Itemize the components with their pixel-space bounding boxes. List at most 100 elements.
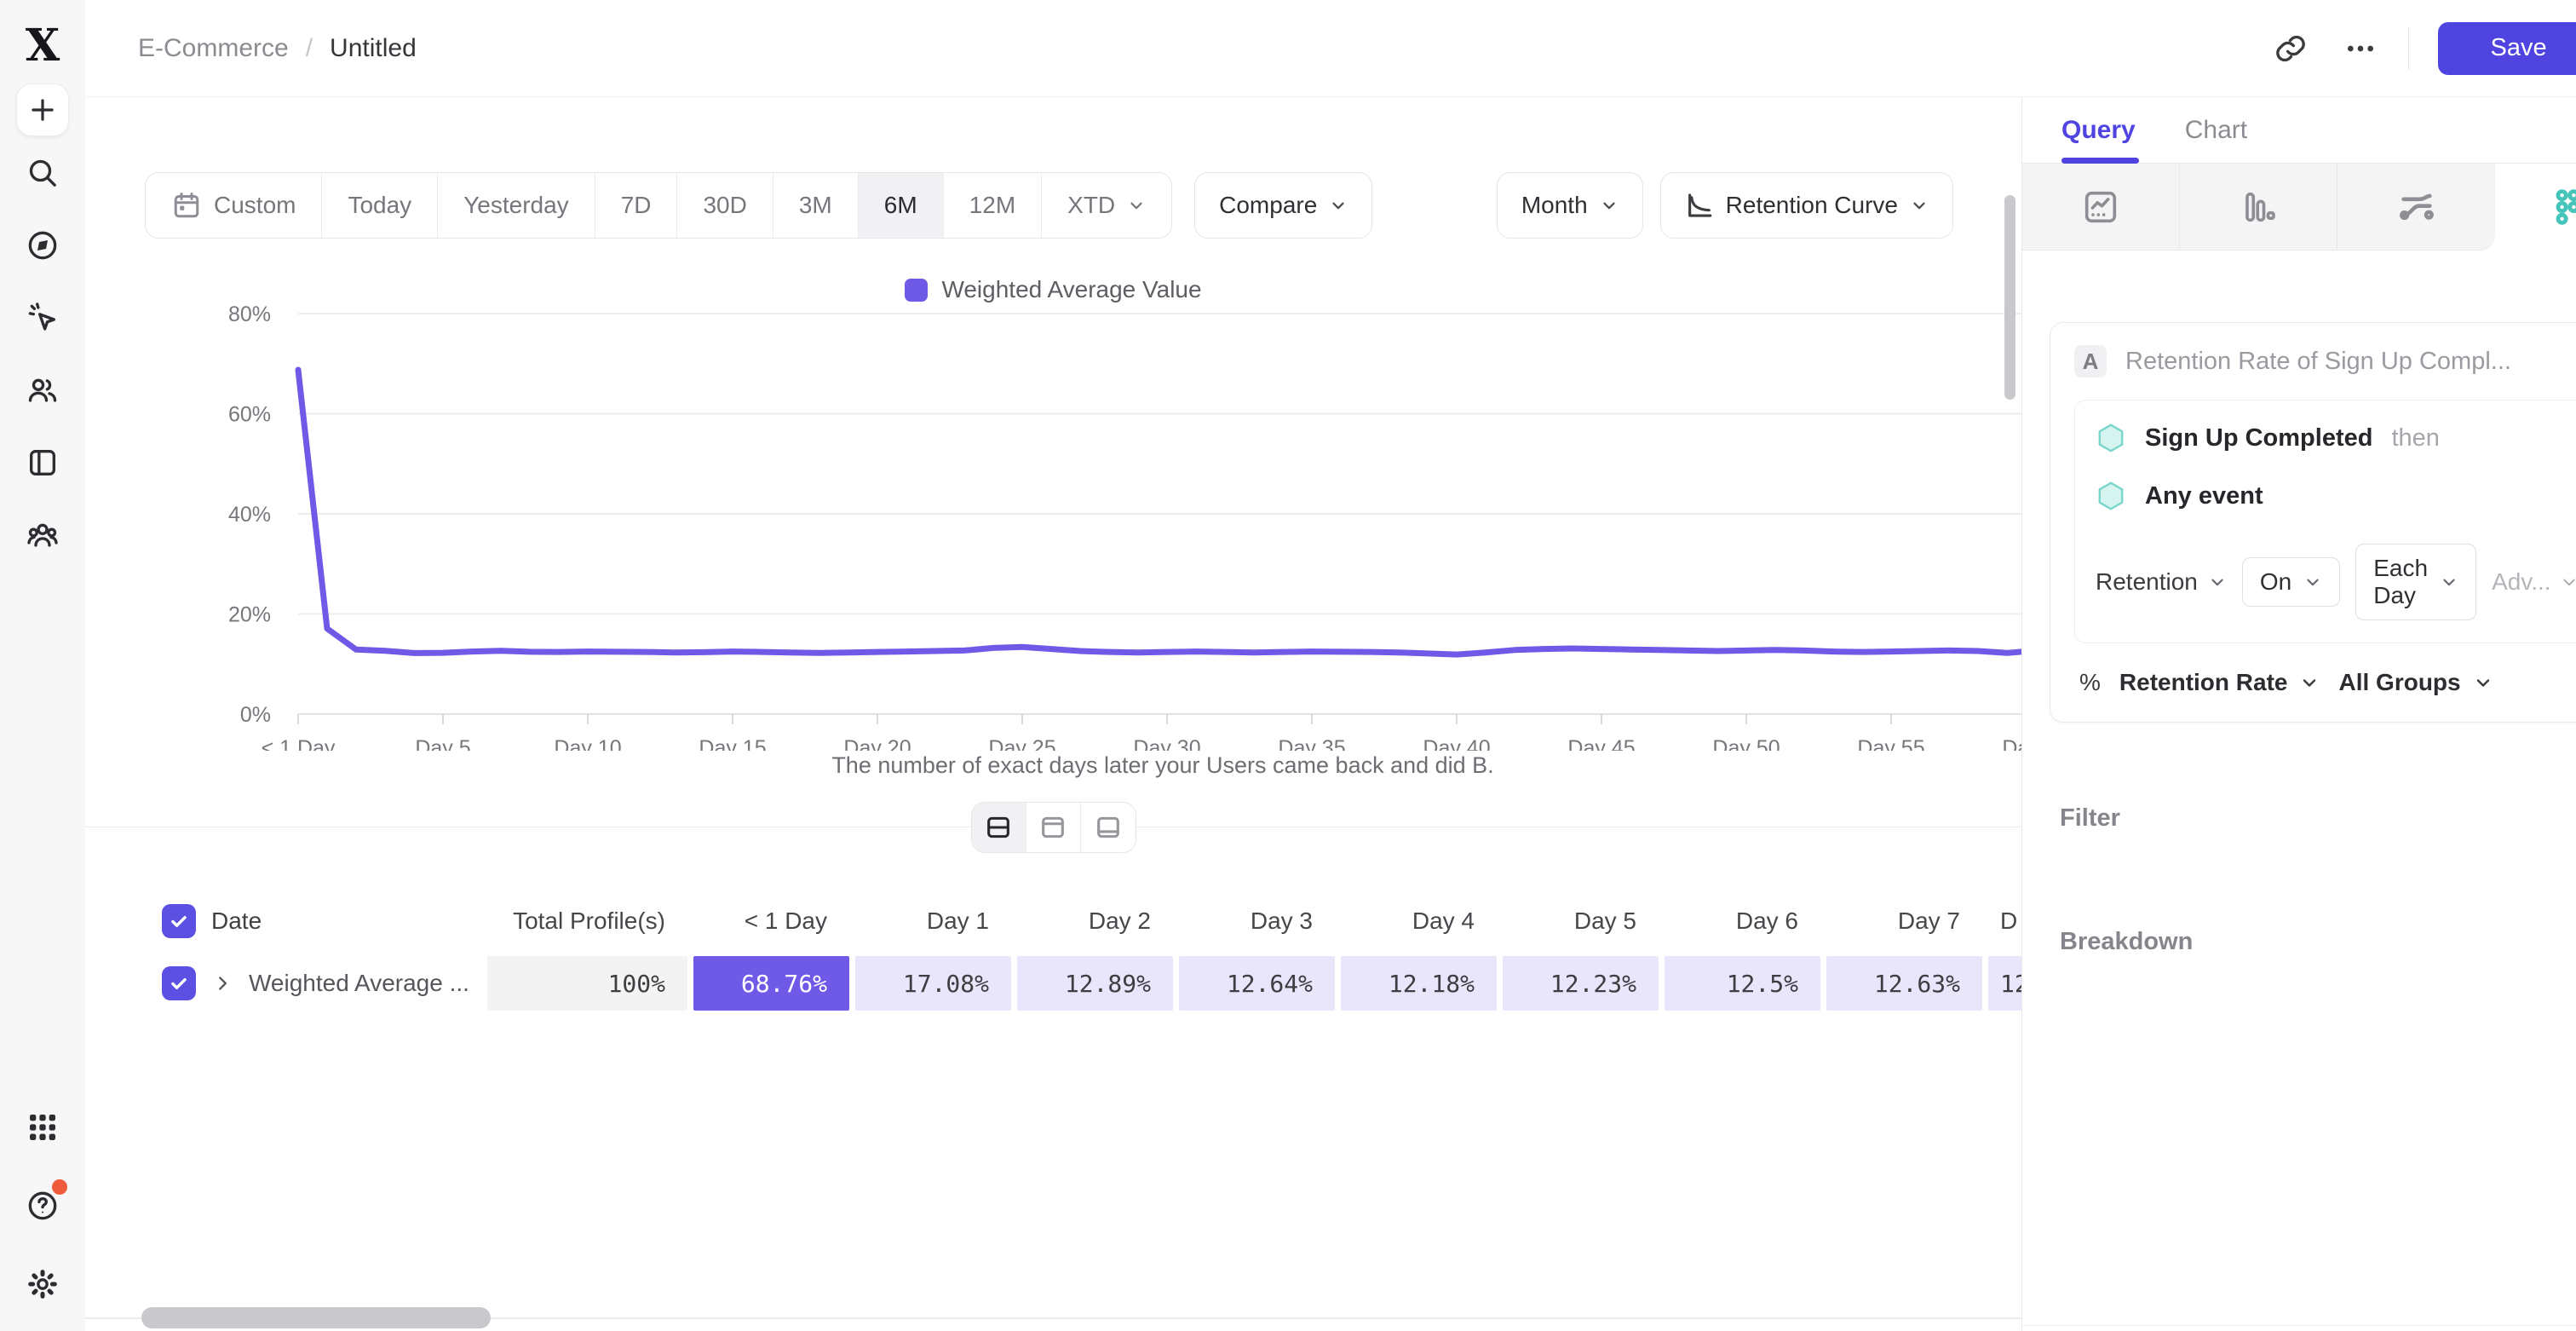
range-30d[interactable]: 30D	[677, 173, 773, 238]
table-cell[interactable]: 12.18%	[1341, 956, 1497, 1011]
apps-button[interactable]	[16, 1101, 69, 1154]
horizontal-scrollbar-thumb[interactable]	[141, 1307, 491, 1328]
panel-tabs: Query Chart	[2022, 97, 2576, 164]
retention-type-dropdown[interactable]: Retention	[2096, 568, 2227, 596]
report-type-retention-selected[interactable]	[2495, 164, 2576, 251]
chevron-down-icon	[2473, 672, 2493, 693]
search-button[interactable]	[16, 147, 69, 199]
column-header[interactable]: Day 7	[1826, 894, 1982, 948]
column-header[interactable]: < 1 Day	[693, 894, 849, 948]
table-cell[interactable]: 12.89%	[1017, 956, 1173, 1011]
range-custom[interactable]: Custom	[146, 173, 322, 238]
table-cell[interactable]: 12.5%	[1665, 956, 1820, 1011]
report-type-flows[interactable]	[2337, 164, 2495, 251]
on-dropdown[interactable]: On	[2242, 557, 2340, 607]
row-checkbox[interactable]	[162, 966, 196, 1000]
range-12m[interactable]: 12M	[944, 173, 1042, 238]
vertical-scrollbar-thumb[interactable]	[2004, 195, 2015, 400]
svg-text:80%: 80%	[228, 303, 271, 326]
table-cell[interactable]: 68.76%	[693, 956, 849, 1011]
calendar-icon	[171, 190, 202, 221]
funnels-icon	[2239, 187, 2278, 227]
then-label: then	[2391, 424, 2439, 452]
table-cell[interactable]: 12.	[1988, 956, 2021, 1011]
hexagon-icon	[2096, 423, 2126, 453]
save-button[interactable]: Save	[2438, 22, 2576, 75]
filter-label: Filter	[2060, 804, 2120, 833]
column-header[interactable]: Day 1	[855, 894, 1011, 948]
retention-icon	[2554, 187, 2576, 227]
row-expander[interactable]	[211, 972, 233, 994]
help-button[interactable]	[16, 1179, 69, 1232]
query-events-box: Sign Up Completed then Any event Retenti…	[2074, 400, 2576, 643]
column-header[interactable]: D	[1988, 894, 2021, 948]
column-header[interactable]: Day 2	[1017, 894, 1173, 948]
cursor-spark-icon	[26, 301, 60, 335]
legend-item[interactable]: Weighted Average Value	[905, 276, 1201, 303]
range-yesterday[interactable]: Yesterday	[438, 173, 595, 238]
legend-label: Weighted Average Value	[941, 276, 1201, 303]
range-6m-selected[interactable]: 6M	[859, 173, 944, 238]
range-xtd-dropdown[interactable]: XTD	[1042, 173, 1171, 238]
toggle-table-only-view[interactable]	[1081, 803, 1136, 852]
report-title[interactable]: Untitled	[330, 34, 417, 63]
notification-dot	[52, 1179, 67, 1195]
chevron-down-icon	[1329, 196, 1348, 215]
cohorts-button[interactable]	[16, 509, 69, 562]
range-today[interactable]: Today	[322, 173, 438, 238]
date-header-cell: Date	[153, 894, 481, 948]
range-3m[interactable]: 3M	[773, 173, 859, 238]
copy-link-button[interactable]	[2268, 26, 2313, 71]
bucket-dropdown[interactable]: Each Day	[2355, 544, 2476, 620]
events-button[interactable]	[16, 291, 69, 344]
toggle-split-view[interactable]	[972, 803, 1026, 852]
left-sidebar: X	[0, 0, 85, 1331]
settings-button[interactable]	[16, 1258, 69, 1311]
table-cell[interactable]: 12.64%	[1179, 956, 1335, 1011]
measure-dropdown[interactable]: Retention Rate	[2119, 669, 2320, 696]
boards-button[interactable]	[16, 436, 69, 489]
svg-text:60%: 60%	[228, 403, 271, 427]
column-header[interactable]: Day 6	[1665, 894, 1820, 948]
toggle-chart-only-view[interactable]	[1026, 803, 1081, 852]
chevron-down-icon	[2440, 573, 2458, 591]
plus-icon	[26, 94, 59, 126]
event-row-a[interactable]: Sign Up Completed then	[2096, 423, 2576, 453]
row-label-cell: Weighted Average ...	[153, 956, 481, 1011]
svg-text:Day 5: Day 5	[415, 736, 470, 751]
discover-button[interactable]	[16, 219, 69, 272]
top-bar: E-Commerce / Untitled Save	[85, 0, 2576, 97]
table-cell[interactable]: 12.63%	[1826, 956, 1982, 1011]
tab-chart[interactable]: Chart	[2185, 97, 2247, 163]
topbar-divider	[2408, 27, 2409, 70]
column-header[interactable]: Day 4	[1341, 894, 1497, 948]
tab-query[interactable]: Query	[2061, 97, 2136, 163]
chart-style-dropdown[interactable]: Retention Curve	[1660, 172, 1953, 239]
check-icon	[168, 910, 190, 932]
select-all-checkbox[interactable]	[162, 904, 196, 938]
compare-dropdown[interactable]: Compare	[1194, 172, 1372, 239]
range-7d[interactable]: 7D	[595, 173, 678, 238]
granularity-dropdown[interactable]: Month	[1497, 172, 1643, 239]
report-type-insights[interactable]	[2022, 164, 2180, 251]
breadcrumb-project[interactable]: E-Commerce	[138, 34, 289, 63]
event-row-b[interactable]: Any event	[2096, 481, 2576, 511]
breadcrumb: E-Commerce / Untitled	[138, 34, 417, 63]
more-menu-button[interactable]	[2338, 26, 2383, 71]
query-card: A Retention Rate of Sign Up Compl... Sig…	[2050, 322, 2576, 723]
groups-dropdown[interactable]: All Groups	[2338, 669, 2493, 696]
table-cell[interactable]: 100%	[487, 956, 687, 1011]
column-header[interactable]: Total Profile(s)	[487, 894, 687, 948]
create-button[interactable]	[16, 84, 69, 136]
table-cell[interactable]: 17.08%	[855, 956, 1011, 1011]
svg-text:Day 50: Day 50	[1712, 736, 1780, 751]
chevron-down-icon	[1127, 196, 1146, 215]
users-button[interactable]	[16, 364, 69, 417]
table-cell[interactable]: 12.23%	[1503, 956, 1659, 1011]
advanced-dropdown[interactable]: Adv...	[2492, 568, 2576, 596]
query-title[interactable]: Retention Rate of Sign Up Compl...	[2125, 348, 2511, 376]
report-type-funnels[interactable]	[2180, 164, 2337, 251]
insights-icon	[2081, 187, 2120, 227]
column-header[interactable]: Day 5	[1503, 894, 1659, 948]
column-header[interactable]: Day 3	[1179, 894, 1335, 948]
